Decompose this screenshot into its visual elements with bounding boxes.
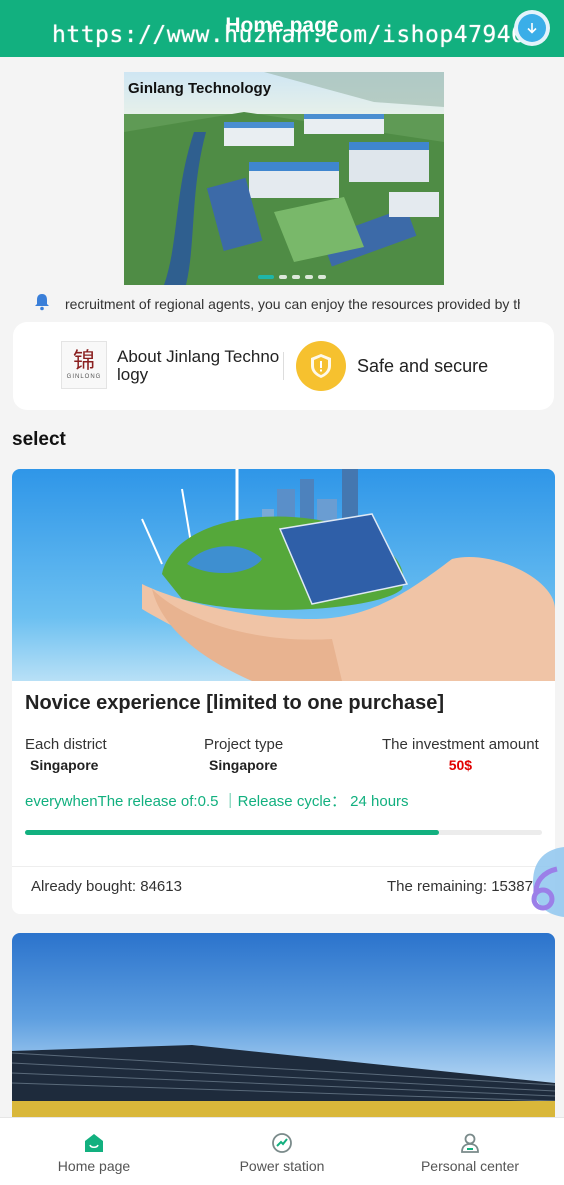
carousel-dot[interactable]	[318, 275, 326, 279]
carousel-dot[interactable]	[292, 275, 300, 279]
type-info: Project type Singapore	[204, 736, 283, 773]
carousel-dot[interactable]	[258, 275, 274, 279]
safe-secure-link[interactable]: Safe and secure	[357, 356, 488, 377]
banner-image	[124, 72, 444, 285]
carousel-dot[interactable]	[305, 275, 313, 279]
remaining-count: The remaining: 15387	[387, 878, 533, 895]
ginlong-logo[interactable]: 锦 GINLONG	[61, 341, 107, 389]
shield-icon[interactable]	[296, 341, 346, 391]
top-header: Home page https://www.huzhan.com/ishop47…	[0, 0, 564, 57]
nav-label: Personal center	[420, 1158, 520, 1174]
download-button[interactable]	[514, 10, 550, 46]
product-title: Novice experience [limited to one purcha…	[25, 692, 445, 714]
bought-count: Already bought: 84613	[31, 878, 182, 895]
section-title: select	[12, 429, 66, 450]
notice-text: recruitment of regional agents, you can …	[65, 296, 520, 312]
nav-label: Home page	[57, 1158, 131, 1174]
quick-links-card: 锦 GINLONG About Jinlang Technology Safe …	[13, 322, 554, 410]
nav-label: Power station	[239, 1158, 325, 1174]
product-card[interactable]: Novice experience [limited to one purcha…	[12, 469, 555, 914]
product-image	[12, 1045, 555, 1123]
chart-circle-icon	[271, 1132, 293, 1154]
carousel-dot[interactable]	[279, 275, 287, 279]
banner-carousel[interactable]: Ginlang Technology	[124, 72, 444, 285]
banner-label: Ginlang Technology	[128, 80, 272, 97]
release-info: everywhenThe release of:0.5 ｜Release cyc…	[25, 793, 409, 810]
type-label: Project type	[204, 736, 284, 753]
carousel-dots	[258, 275, 326, 279]
user-icon	[459, 1132, 481, 1154]
about-link[interactable]: About Jinlang Technology	[117, 348, 283, 384]
type-value: Singapore	[209, 757, 278, 773]
district-value: Singapore	[30, 757, 99, 773]
divider	[283, 352, 284, 380]
nav-power-station[interactable]: Power station	[188, 1118, 376, 1185]
nav-home[interactable]: Home page	[0, 1118, 188, 1185]
district-label: Each district	[25, 736, 107, 753]
progress-fill	[25, 830, 439, 835]
bell-icon	[32, 293, 52, 315]
download-arrow-icon	[518, 14, 546, 42]
amount-label: The investment amount	[382, 736, 539, 753]
nav-personal-center[interactable]: Personal center	[376, 1118, 564, 1185]
amount-info: The investment amount 50$	[382, 736, 539, 773]
product-card[interactable]	[12, 933, 555, 1123]
district-info: Each district Singapore	[25, 736, 107, 773]
notice-bar[interactable]: recruitment of regional agents, you can …	[32, 293, 522, 315]
watermark-text: https://www.huzhan.com/ishop47946	[52, 22, 526, 48]
divider	[12, 866, 555, 867]
amount-value: 50$	[448, 757, 473, 773]
progress-bar	[25, 830, 542, 835]
product-image	[12, 469, 555, 681]
home-icon	[83, 1132, 105, 1154]
bottom-nav: Home page Power station Personal center	[0, 1117, 564, 1185]
floating-service-icon[interactable]	[527, 847, 564, 917]
logo-text: GINLONG	[66, 374, 102, 380]
